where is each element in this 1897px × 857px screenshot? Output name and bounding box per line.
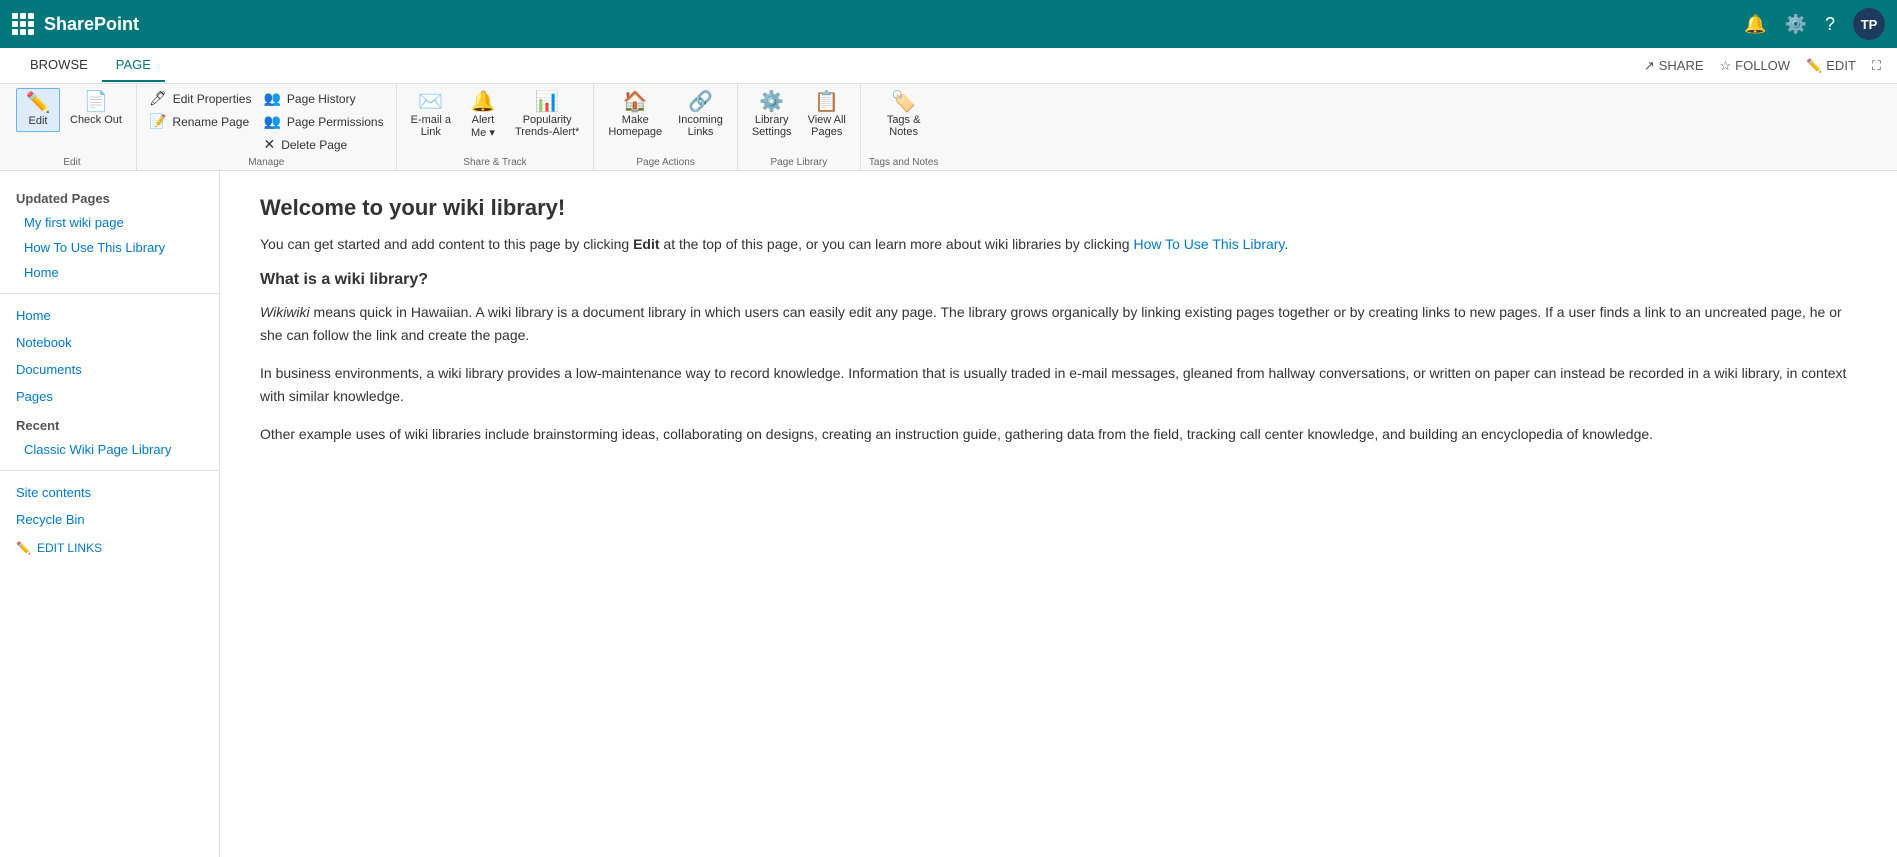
- popularity-icon: 📊: [535, 92, 560, 112]
- page-history-icon: 👥: [263, 90, 280, 107]
- ribbon: ✏️ Edit 📄 Check Out Edit 🖊 Edit Properti…: [0, 84, 1897, 171]
- body-layout: Updated Pages My first wiki page How To …: [0, 171, 1897, 857]
- page-heading: Welcome to your wiki library!: [260, 195, 1857, 221]
- topbar: SharePoint 🔔 ⚙️ ? TP: [0, 0, 1897, 48]
- ribbon-group-tags: 🏷️ Tags &Notes Tags and Notes: [861, 84, 947, 170]
- ribbon-group-library: ⚙️ LibrarySettings 📋 View AllPages Page …: [738, 84, 861, 170]
- para2: In business environments, a wiki library…: [260, 362, 1857, 407]
- ribbon-btn-email[interactable]: ✉️ E-mail aLink: [405, 88, 457, 142]
- ribbon-btn-incoming[interactable]: 🔗 IncomingLinks: [672, 88, 729, 142]
- sidebar-recent-classic[interactable]: Classic Wiki Page Library: [0, 437, 219, 462]
- intro-paragraph: You can get started and add content to t…: [260, 233, 1857, 255]
- para1: Wikiwiki means quick in Hawaiian. A wiki…: [260, 301, 1857, 346]
- edit-ribbon-icon: ✏️: [26, 93, 51, 113]
- app-name: SharePoint: [44, 14, 139, 35]
- focus-action[interactable]: ⛶: [1872, 58, 1881, 74]
- page-perms-icon: 👥: [263, 113, 280, 130]
- sidebar-nav-pages[interactable]: Pages: [0, 383, 219, 410]
- sidebar: Updated Pages My first wiki page How To …: [0, 171, 220, 857]
- updated-pages-title: Updated Pages: [0, 183, 219, 210]
- view-all-icon: 📋: [814, 92, 839, 112]
- sidebar-nav-notebook[interactable]: Notebook: [0, 329, 219, 356]
- share-action[interactable]: ↗ SHARE: [1644, 58, 1704, 74]
- sidebar-nav-home[interactable]: Home: [0, 302, 219, 329]
- sidebar-link-home-updated[interactable]: Home: [0, 260, 219, 285]
- alert-icon: 🔔: [471, 92, 496, 112]
- library-settings-icon: ⚙️: [759, 92, 784, 112]
- avatar[interactable]: TP: [1853, 8, 1885, 40]
- tab-browse[interactable]: BROWSE: [16, 49, 102, 82]
- delete-page-icon: ✕: [263, 136, 275, 153]
- sidebar-divider1: [0, 293, 219, 294]
- ribbon-group-page-actions: 🏠 MakeHomepage 🔗 IncomingLinks Page Acti…: [594, 84, 737, 170]
- edit-icon: ✏️: [1806, 58, 1822, 74]
- tab-page[interactable]: PAGE: [102, 49, 165, 82]
- ribbon-btn-edit[interactable]: ✏️ Edit: [16, 88, 60, 132]
- ribbon-btn-popularity[interactable]: 📊 PopularityTrends-Alert*: [509, 88, 585, 142]
- what-heading: What is a wiki library?: [260, 271, 1857, 289]
- how-to-link[interactable]: How To Use This Library: [1133, 236, 1284, 252]
- ribbon-group-manage: 🖊 Edit Properties 📝 Rename Page 👥 Page H…: [137, 84, 397, 170]
- sidebar-divider2: [0, 470, 219, 471]
- ribbon-btn-page-perms[interactable]: 👥 Page Permissions: [259, 111, 387, 132]
- incoming-icon: 🔗: [688, 92, 713, 112]
- sidebar-edit-links[interactable]: ✏️ EDIT LINKS: [0, 533, 219, 563]
- notification-icon[interactable]: 🔔: [1744, 14, 1766, 35]
- checkout-icon: 📄: [84, 92, 109, 112]
- sidebar-link-how-to[interactable]: How To Use This Library: [0, 235, 219, 260]
- edit-props-icon: 🖊: [149, 90, 167, 107]
- ribbon-btn-delete-page[interactable]: ✕ Delete Page: [259, 134, 387, 155]
- ribbon-btn-edit-props[interactable]: 🖊 Edit Properties: [145, 88, 255, 109]
- email-icon: ✉️: [418, 92, 443, 112]
- manage-small-group: 🖊 Edit Properties 📝 Rename Page: [145, 88, 255, 132]
- ribbon-btn-checkout[interactable]: 📄 Check Out: [64, 88, 128, 130]
- ribbon-btn-tags-notes[interactable]: 🏷️ Tags &Notes: [881, 88, 927, 142]
- share-icon: ↗: [1644, 58, 1655, 74]
- ribbon-btn-rename[interactable]: 📝 Rename Page: [145, 111, 255, 132]
- pencil-icon: ✏️: [16, 541, 31, 555]
- ribbon-btn-library-settings[interactable]: ⚙️ LibrarySettings: [746, 88, 798, 142]
- ribbon-btn-make-homepage[interactable]: 🏠 MakeHomepage: [602, 88, 668, 142]
- manage-small-group2: 👥 Page History 👥 Page Permissions ✕ Dele…: [259, 88, 387, 155]
- apps-icon[interactable]: [12, 13, 34, 35]
- main-content: Welcome to your wiki library! You can ge…: [220, 171, 1897, 857]
- ribbon-btn-page-history[interactable]: 👥 Page History: [259, 88, 387, 109]
- ribbon-group-share: ✉️ E-mail aLink 🔔 AlertMe ▾ 📊 Popularity…: [397, 84, 595, 170]
- tab-bar: BROWSE PAGE ↗ SHARE ☆ FOLLOW ✏️ EDIT ⛶: [0, 48, 1897, 84]
- recent-title: Recent: [0, 410, 219, 437]
- follow-action[interactable]: ☆ FOLLOW: [1720, 58, 1791, 74]
- homepage-icon: 🏠: [623, 92, 648, 112]
- sidebar-site-contents[interactable]: Site contents: [0, 479, 219, 506]
- focus-icon: ⛶: [1872, 58, 1881, 74]
- sidebar-nav-documents[interactable]: Documents: [0, 356, 219, 383]
- sidebar-recycle-bin[interactable]: Recycle Bin: [0, 506, 219, 533]
- rename-icon: 📝: [149, 113, 166, 130]
- ribbon-btn-view-all[interactable]: 📋 View AllPages: [802, 88, 852, 142]
- tags-notes-icon: 🏷️: [891, 92, 916, 112]
- ribbon-group-edit: ✏️ Edit 📄 Check Out Edit: [8, 84, 137, 170]
- ribbon-btn-alert[interactable]: 🔔 AlertMe ▾: [461, 88, 505, 143]
- sidebar-link-first-wiki[interactable]: My first wiki page: [0, 210, 219, 235]
- settings-icon[interactable]: ⚙️: [1785, 14, 1807, 35]
- edit-action[interactable]: ✏️ EDIT: [1806, 58, 1856, 74]
- para3: Other example uses of wiki libraries inc…: [260, 423, 1857, 445]
- help-icon[interactable]: ?: [1825, 14, 1835, 35]
- follow-icon: ☆: [1720, 58, 1732, 74]
